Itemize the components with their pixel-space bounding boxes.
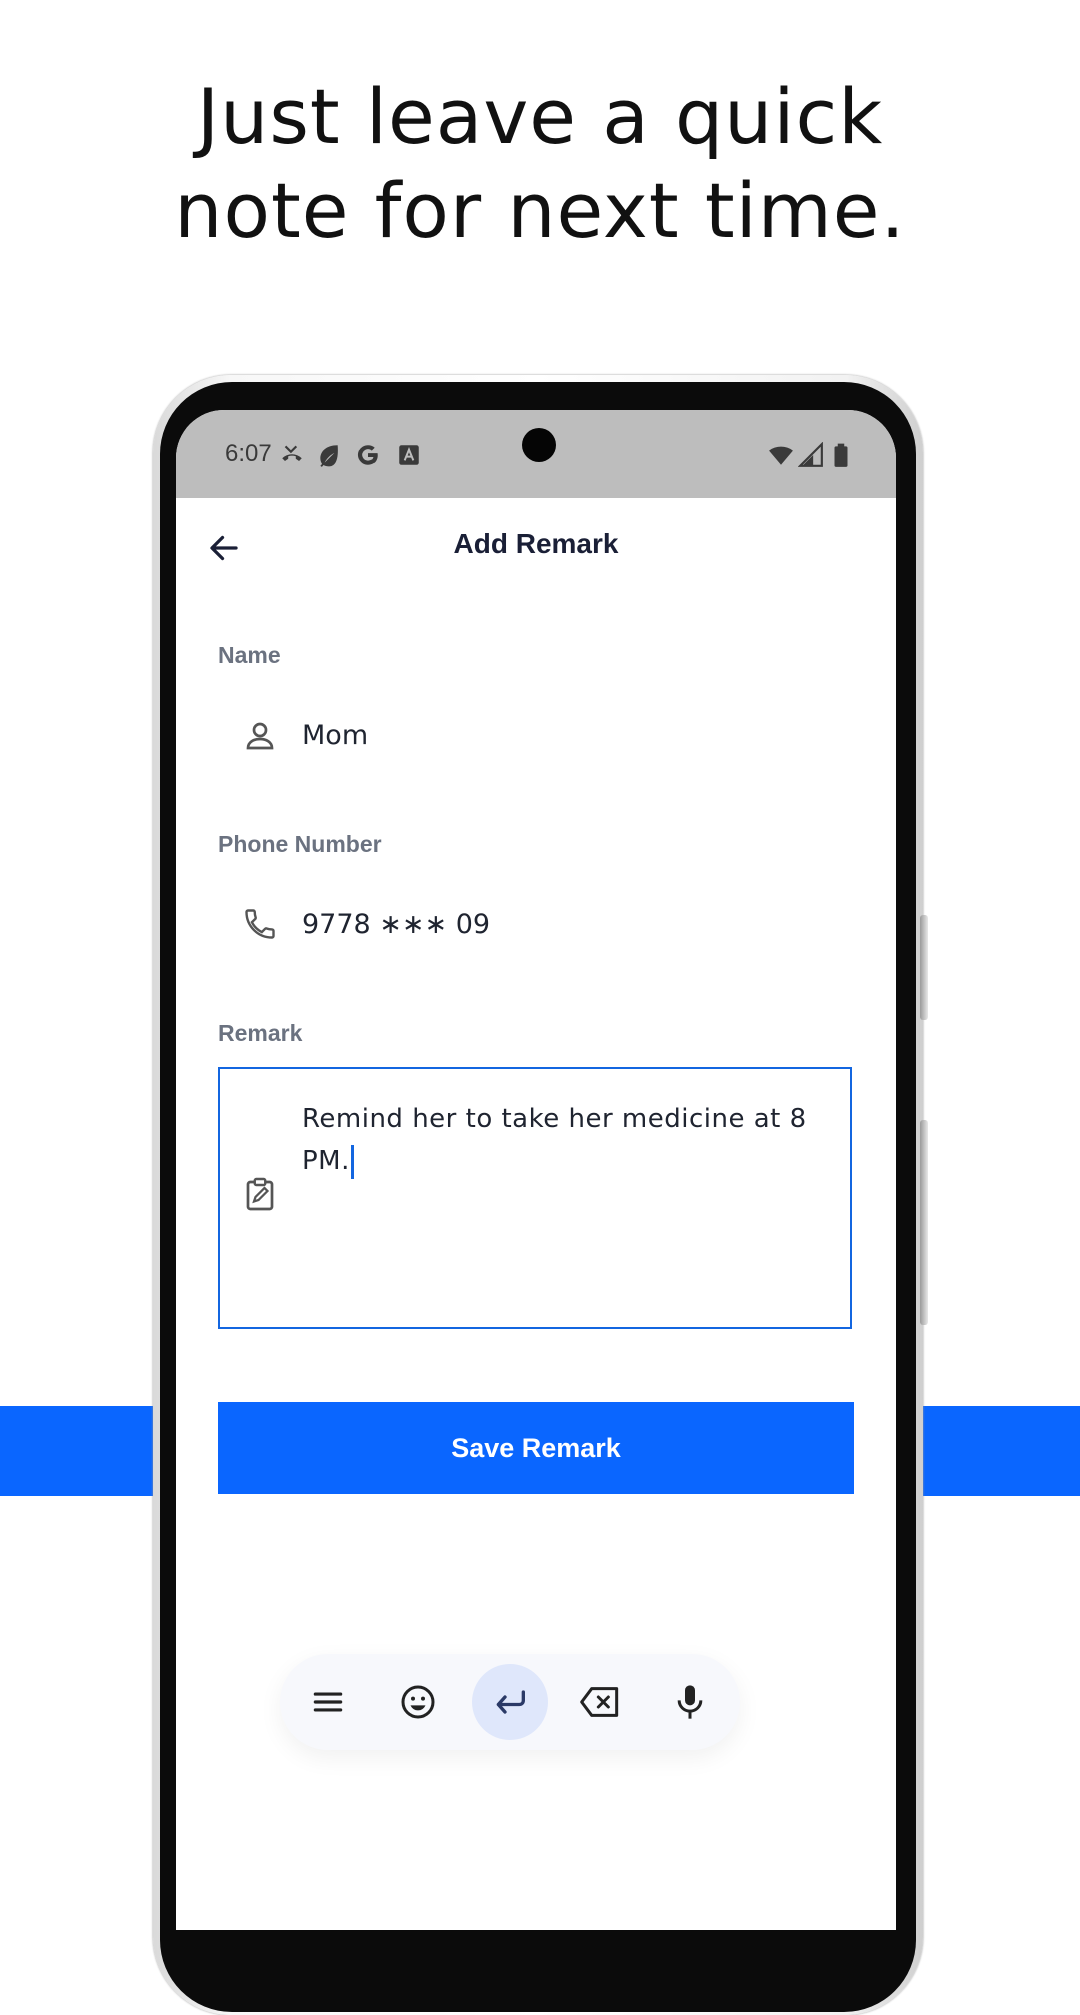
phone-screen: 6:07 Add Remark Name Mom Phone Number 97… [176,410,896,1930]
keyboard-mic-key[interactable] [652,1664,728,1740]
remark-value: Remind her to take her medicine at 8 PM. [302,1104,807,1176]
front-camera [522,428,556,462]
google-icon [357,445,378,465]
name-value: Mom [302,720,369,751]
microphone-icon [677,1685,703,1719]
promo-headline-line-1: Just leave a quick [196,72,884,161]
text-cursor [350,1144,354,1179]
status-bar: 6:07 [176,410,896,498]
signal-icon [798,442,823,467]
status-time: 6:07 [225,440,272,467]
phone-side-button-power [920,915,928,1020]
keyboard-backspace-key[interactable] [562,1664,638,1740]
emoji-icon [401,1685,435,1719]
battery-icon [834,443,848,467]
phone-icon [245,909,275,939]
wifi-icon [769,446,793,465]
enter-icon [496,1690,525,1714]
decorative-band-right [918,1406,1080,1496]
missed-call-icon [282,445,302,461]
keyboard-enter-key[interactable] [472,1664,548,1740]
decorative-band-left [0,1406,160,1496]
phone-side-button-volume [920,1120,928,1325]
person-icon [246,722,274,750]
leaf-icon [320,445,338,467]
font-a-icon [399,445,419,465]
phone-label: Phone Number [218,831,382,857]
keyboard-menu-key[interactable] [290,1664,366,1740]
keyboard-emoji-key[interactable] [380,1664,456,1740]
save-remark-button[interactable]: Save Remark [218,1402,854,1494]
name-label: Name [218,642,281,668]
page-title: Add Remark [453,528,619,559]
clipboard-edit-icon [246,1177,274,1211]
promo-headline-line-2: note for next time. [174,166,906,255]
promo-headline: Just leave a quick note for next time. [0,70,1080,258]
phone-value: 9778 ∗∗∗ 09 [302,909,491,940]
keyboard-toolbar [280,1654,740,1750]
remark-text: Remind her to take her medicine at 8 PM. [302,1098,842,1182]
backspace-icon [580,1687,619,1717]
remark-label: Remark [218,1020,303,1046]
menu-icon [313,1692,343,1712]
